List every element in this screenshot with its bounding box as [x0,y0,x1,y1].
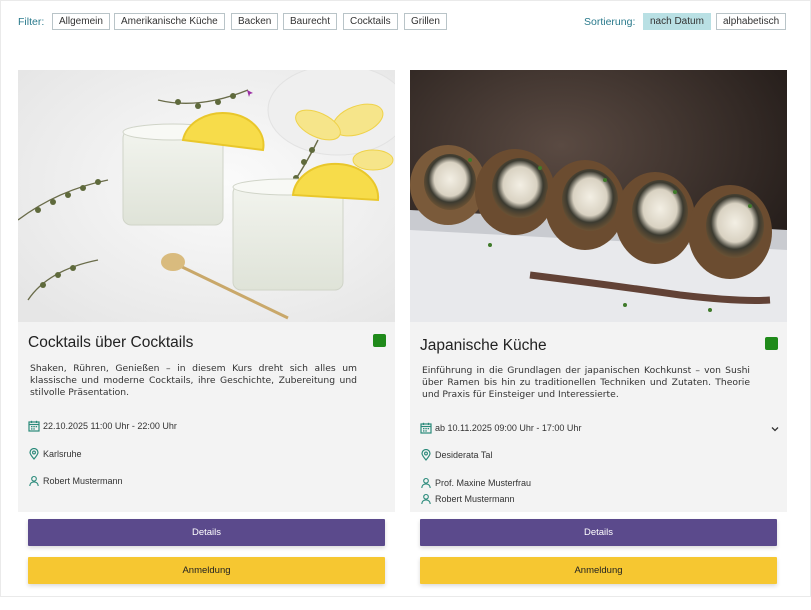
person-icon [29,475,39,487]
register-button[interactable]: Anmeldung [28,557,385,584]
course-date-text: 22.10.2025 11:00 Uhr - 22:00 Uhr [43,421,177,431]
sort-label: Sortierung: [584,16,636,28]
filter-label: Filter: [18,16,45,28]
filter-chip-backen[interactable]: Backen [231,13,279,30]
course-image-japanische-kueche [410,70,787,322]
course-description: Shaken, Rühren, Genießen – in diesem Kur… [30,363,357,399]
details-button[interactable]: Details [28,519,385,546]
course-instructor-text: Robert Mustermann [435,494,515,504]
filter-chip-grillen[interactable]: Grillen [404,13,447,30]
course-body-japanische-kueche: Japanische Küche Einführung in die Grund… [410,322,787,512]
course-title: Japanische Küche [420,337,547,354]
course-body-cocktails: Cocktails über Cocktails Shaken, Rühren,… [18,322,395,512]
course-card-cocktails: Cocktails über Cocktails Shaken, Rühren,… [18,70,395,610]
filter-chip-allgemein[interactable]: Allgemein [52,13,110,30]
course-location-text: Karlsruhe [43,449,82,459]
calendar-icon [420,422,432,434]
location-pin-icon [421,449,431,461]
calendar-icon [28,420,40,432]
filter-chip-amerikanische-kueche[interactable]: Amerikanische Küche [114,13,225,30]
course-instructor: Robert Mustermann [420,493,515,505]
course-date: ab 10.11.2025 09:00 Uhr - 17:00 Uhr [420,422,581,434]
course-location: Karlsruhe [28,448,82,460]
person-icon [421,477,431,489]
details-button[interactable]: Details [420,519,777,546]
person-icon [421,493,431,505]
course-instructor-text: Prof. Maxine Musterfrau [435,478,532,488]
course-instructor-text: Robert Mustermann [43,476,123,486]
course-title: Cocktails über Cocktails [28,334,194,351]
sort-by-date[interactable]: nach Datum [643,13,711,30]
filter-chip-baurecht[interactable]: Baurecht [283,13,338,30]
course-instructor: Robert Mustermann [28,475,123,487]
course-instructor: Prof. Maxine Musterfrau [420,477,531,489]
filter-bar: Filter: Allgemein Amerikanische Küche Ba… [0,0,811,44]
sort-alphabetical[interactable]: alphabetisch [716,13,787,30]
course-card-japanische-kueche: Japanische Küche Einführung in die Grund… [410,70,787,610]
location-pin-icon [29,448,39,460]
status-indicator [373,334,386,347]
course-description: Einführung in die Grundlagen der japanis… [422,365,750,401]
register-button[interactable]: Anmeldung [420,557,777,584]
course-location-text: Desiderata Tal [435,450,493,460]
course-date-text: ab 10.11.2025 09:00 Uhr - 17:00 Uhr [435,423,582,433]
course-location: Desiderata Tal [420,449,492,461]
status-indicator [765,337,778,350]
course-image-cocktails [18,70,395,322]
chevron-down-icon[interactable] [770,424,780,434]
filter-chip-cocktails[interactable]: Cocktails [343,13,398,30]
course-date: 22.10.2025 11:00 Uhr - 22:00 Uhr [28,420,177,432]
